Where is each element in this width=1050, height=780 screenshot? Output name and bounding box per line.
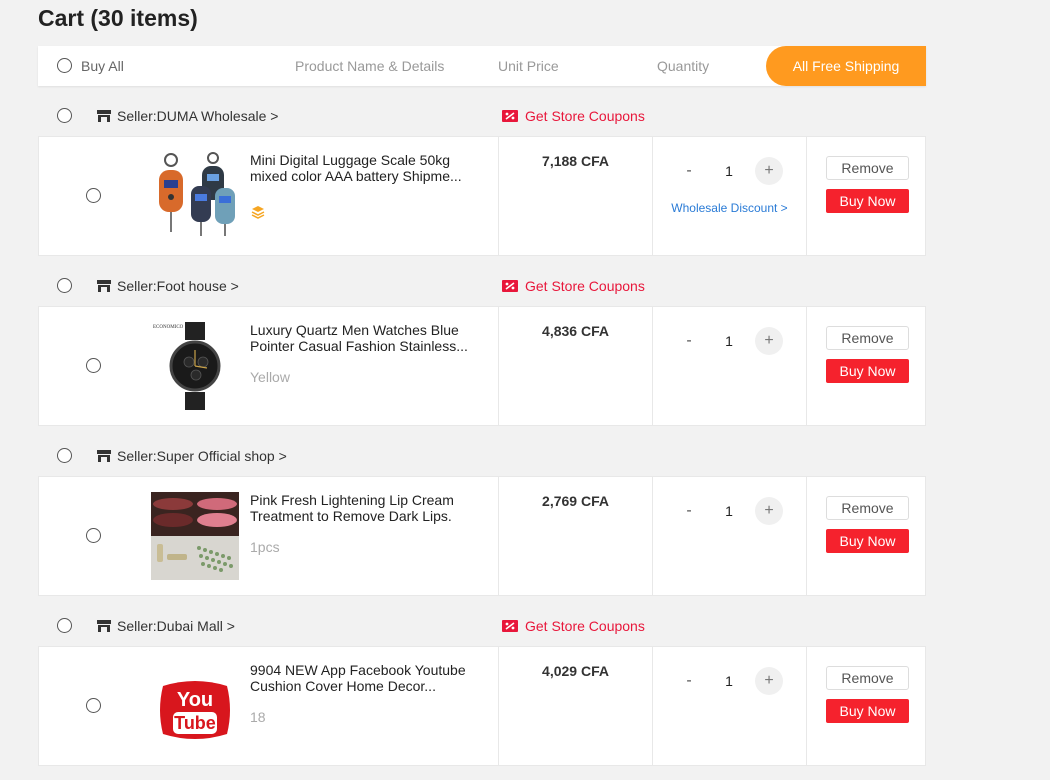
product-thumbnail[interactable]: ECONOMICO [151, 322, 239, 410]
buy-all-radio[interactable] [57, 58, 72, 73]
seller-select-radio[interactable] [57, 448, 72, 463]
remove-button[interactable]: Remove [826, 496, 909, 520]
thumbnail-text-tube: Tube [174, 713, 216, 733]
quantity-value[interactable]: 1 [719, 499, 739, 523]
remove-button[interactable]: Remove [826, 326, 909, 350]
coupon-icon [502, 620, 518, 632]
column-unit-price: Unit Price [498, 58, 559, 74]
column-product: Product Name & Details [295, 58, 445, 74]
unit-price: 7,188 CFA [542, 153, 609, 169]
item-select-radio[interactable] [86, 698, 101, 713]
cart-header-bar: Buy All Product Name & Details Unit Pric… [38, 46, 926, 86]
remove-button[interactable]: Remove [826, 156, 909, 180]
buy-now-button[interactable]: Buy Now [826, 529, 909, 553]
seller-group: Seller:Dubai Mall > Get Store Coupons Yo… [38, 606, 926, 766]
cart-item-row: ECONOMICO Luxury Quartz Men Watches Blue… [38, 306, 926, 426]
quantity-increment-button[interactable]: + [755, 497, 783, 525]
buy-all-label[interactable]: Buy All [81, 58, 124, 74]
product-name-link[interactable]: 9904 NEW App Facebook Youtube Cushion Co… [250, 662, 480, 694]
quantity-increment-button[interactable]: + [755, 157, 783, 185]
get-store-coupons-link[interactable]: Get Store Coupons [525, 278, 645, 294]
unit-price: 4,836 CFA [542, 323, 609, 339]
wholesale-discount-link[interactable]: Wholesale Discount > [653, 201, 806, 215]
seller-link[interactable]: Seller:Foot house > [117, 278, 239, 294]
product-name-link[interactable]: Luxury Quartz Men Watches Blue Pointer C… [250, 322, 480, 354]
cart-item-row: You Tube 9904 NEW App Facebook Youtube C… [38, 646, 926, 766]
buy-now-button[interactable]: Buy Now [826, 699, 909, 723]
seller-select-radio[interactable] [57, 278, 72, 293]
product-thumbnail[interactable] [151, 152, 239, 240]
item-select-radio[interactable] [86, 358, 101, 373]
product-name-link[interactable]: Pink Fresh Lightening Lip Cream Treatmen… [250, 492, 480, 524]
product-variant: 1pcs [250, 539, 280, 555]
quantity-decrement-button[interactable]: - [679, 329, 699, 353]
remove-button[interactable]: Remove [826, 666, 909, 690]
product-name-link[interactable]: Mini Digital Luggage Scale 50kg mixed co… [250, 152, 480, 184]
seller-select-radio[interactable] [57, 618, 72, 633]
store-icon [97, 280, 111, 292]
get-store-coupons-link[interactable]: Get Store Coupons [525, 618, 645, 634]
cart-item-row: Pink Fresh Lightening Lip Cream Treatmen… [38, 476, 926, 596]
unit-price: 4,029 CFA [542, 663, 609, 679]
quantity-value[interactable]: 1 [719, 159, 739, 183]
cart-item-row: Mini Digital Luggage Scale 50kg mixed co… [38, 136, 926, 256]
quantity-value[interactable]: 1 [719, 669, 739, 693]
layers-icon [251, 206, 265, 219]
get-store-coupons-link[interactable]: Get Store Coupons [525, 108, 645, 124]
quantity-decrement-button[interactable]: - [679, 499, 699, 523]
all-free-shipping-button[interactable]: All Free Shipping [766, 46, 926, 86]
seller-row: Seller:Foot house > Get Store Coupons [38, 266, 926, 306]
quantity-decrement-button[interactable]: - [679, 159, 699, 183]
seller-group: Seller:DUMA Wholesale > Get Store Coupon… [38, 96, 926, 256]
seller-row: Seller:Dubai Mall > Get Store Coupons [38, 606, 926, 646]
product-thumbnail[interactable]: You Tube [151, 662, 239, 750]
store-icon [97, 450, 111, 462]
quantity-increment-button[interactable]: + [755, 667, 783, 695]
column-quantity: Quantity [657, 58, 710, 74]
unit-price: 2,769 CFA [542, 493, 609, 509]
item-select-radio[interactable] [86, 528, 101, 543]
seller-row: Seller:DUMA Wholesale > Get Store Coupon… [38, 96, 926, 136]
quantity-decrement-button[interactable]: - [679, 669, 699, 693]
buy-now-button[interactable]: Buy Now [826, 359, 909, 383]
thumbnail-text-you: You [177, 689, 213, 711]
seller-group: Seller:Super Official shop > Pink Fresh … [38, 436, 926, 596]
coupon-icon [502, 110, 518, 122]
store-icon [97, 110, 111, 122]
quantity-value[interactable]: 1 [719, 329, 739, 353]
seller-group: Seller:Foot house > Get Store Coupons EC… [38, 266, 926, 426]
thumbnail-brand-text: ECONOMICO [153, 325, 184, 330]
seller-select-radio[interactable] [57, 108, 72, 123]
store-icon [97, 620, 111, 632]
product-variant: Yellow [250, 369, 290, 385]
page-title: Cart (30 items) [38, 5, 198, 31]
product-variant: 18 [250, 709, 266, 725]
product-thumbnail[interactable] [151, 492, 239, 580]
seller-link[interactable]: Seller:Super Official shop > [117, 448, 287, 464]
coupon-icon [502, 280, 518, 292]
item-select-radio[interactable] [86, 188, 101, 203]
seller-link[interactable]: Seller:Dubai Mall > [117, 618, 235, 634]
seller-link[interactable]: Seller:DUMA Wholesale > [117, 108, 278, 124]
buy-now-button[interactable]: Buy Now [826, 189, 909, 213]
seller-row: Seller:Super Official shop > [38, 436, 926, 476]
quantity-increment-button[interactable]: + [755, 327, 783, 355]
